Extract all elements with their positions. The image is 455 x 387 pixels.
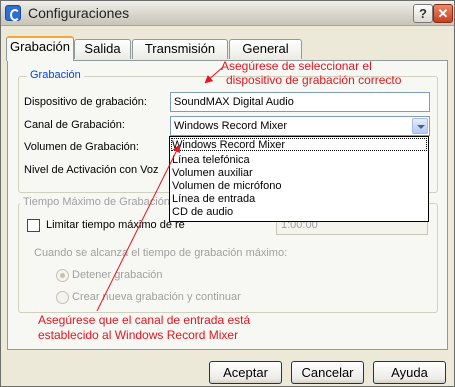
annotation-channel-line1: Asegúrese que el canal de entrada está — [38, 313, 251, 327]
annotation-device-line2: dispositivo de grabación correcto — [226, 73, 402, 87]
arrow-to-channel — [96, 144, 180, 312]
settings-window: Configuraciones ? ✕ Grabación Salida Tra… — [0, 0, 455, 387]
annotation-device-line1: Asegúrese de seleccionar el — [221, 59, 372, 73]
annotation-channel-line2: establecido al Windows Record Mixer — [38, 328, 239, 342]
